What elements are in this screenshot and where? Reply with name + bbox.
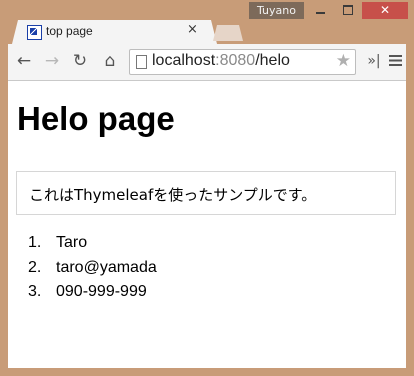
list-item-text: taro@yamada (56, 258, 157, 276)
list-item: 1. Taro (28, 231, 157, 256)
minimize-icon (315, 11, 325, 14)
maximize-icon (343, 4, 353, 15)
maximize-button[interactable] (335, 2, 361, 19)
page-icon (136, 55, 147, 69)
page-content: Helo page これはThymeleafを使ったサンプルです。 1. Taro… (8, 81, 406, 368)
url-port: :8080 (215, 52, 256, 69)
list-item-text: 090-999-999 (56, 283, 147, 300)
bookmark-star-icon[interactable]: ★ (336, 51, 351, 71)
user-badge: Tuyano (249, 2, 304, 19)
close-icon: ✕ (379, 3, 391, 17)
home-icon[interactable]: ⌂ (100, 51, 120, 71)
list-item-number: 1. (28, 234, 42, 251)
minimize-button[interactable] (307, 2, 333, 19)
tab-close-icon[interactable]: × (187, 22, 198, 37)
page-favicon-icon (27, 25, 42, 40)
menu-button[interactable] (385, 51, 405, 71)
list-item: 3. 090-999-999 (28, 280, 157, 305)
browser-toolbar: ← → ↻ ⌂ localhost:8080/helo ★ »| (8, 44, 406, 81)
forward-arrow-icon[interactable]: → (42, 51, 62, 71)
new-tab-button[interactable] (213, 25, 243, 41)
info-list: 1. Taro 2. taro@yamada 3. 090-999-999 (28, 231, 157, 305)
back-arrow-icon[interactable]: ← (14, 51, 34, 71)
address-bar[interactable]: localhost:8080/helo ★ (129, 49, 356, 75)
reload-icon[interactable]: ↻ (70, 51, 90, 71)
notice-box: これはThymeleafを使ったサンプルです。 (16, 171, 396, 215)
address-url[interactable]: localhost:8080/helo (152, 52, 290, 70)
notice-text: これはThymeleafを使ったサンプルです。 (29, 186, 317, 204)
page-title: Helo page (17, 100, 175, 137)
list-item-number: 2. (28, 258, 42, 276)
list-item-number: 3. (28, 283, 42, 300)
browser-window: Tuyano ✕ top page × ← → ↻ ⌂ localhost:80… (0, 0, 414, 376)
url-host: localhost (152, 52, 216, 69)
url-path: /helo (255, 52, 290, 69)
hamburger-menu-icon (388, 55, 402, 66)
tab-title: top page (46, 24, 93, 38)
tab-top-page[interactable]: top page × (12, 20, 217, 44)
list-item-text: Taro (56, 234, 88, 251)
extensions-chevron-icon[interactable]: »| (364, 51, 384, 71)
list-item: 2. taro@yamada (28, 256, 157, 281)
window-close-button[interactable]: ✕ (362, 2, 408, 19)
